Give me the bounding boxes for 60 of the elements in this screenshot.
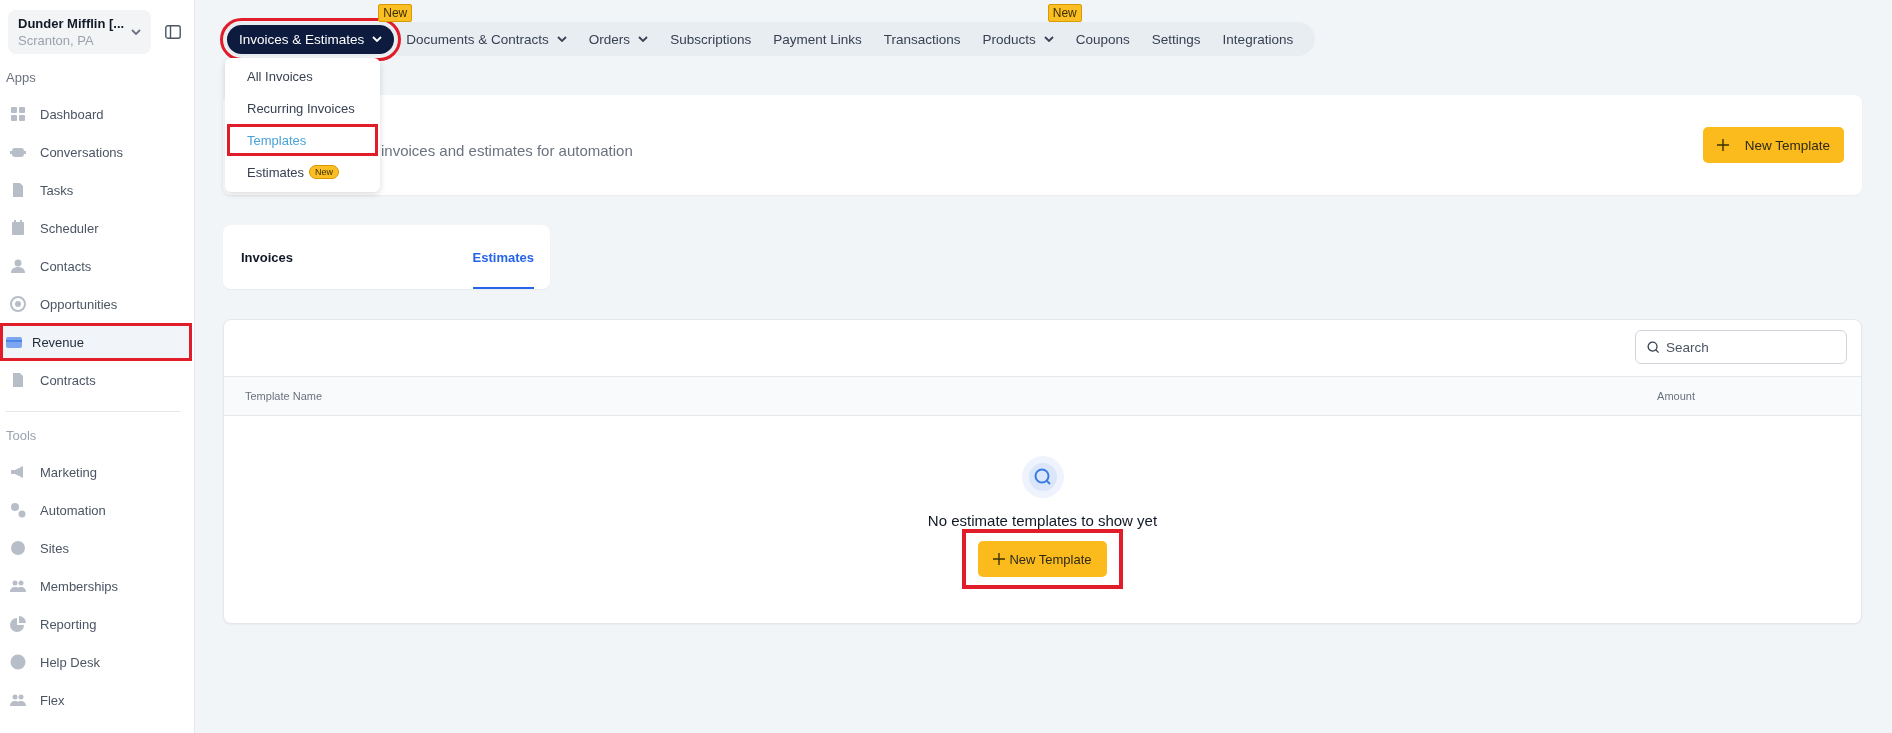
nav-tab[interactable]: Settings xyxy=(1141,24,1211,54)
new-badge: New xyxy=(1047,3,1082,22)
megaphone-icon xyxy=(10,464,26,480)
calendar-icon xyxy=(10,220,26,236)
menu-item[interactable]: All Invoices xyxy=(225,60,380,92)
people-icon xyxy=(10,692,26,708)
sidebar-item[interactable]: Scheduler xyxy=(0,209,192,247)
nav-tab[interactable]: Coupons xyxy=(1065,24,1140,54)
grid-icon xyxy=(10,106,26,122)
empty-state-message: No estimate templates to show yet xyxy=(927,512,1158,529)
sidebar-item[interactable]: Revenue xyxy=(0,323,192,361)
new-template-button[interactable]: New Template xyxy=(978,541,1107,577)
document-icon xyxy=(10,182,26,198)
nav-tab[interactable]: Payment Links xyxy=(763,24,872,54)
search-icon xyxy=(1021,456,1064,498)
people-icon xyxy=(10,578,26,594)
sidebar-item[interactable]: Help Desk xyxy=(0,643,192,681)
sidebar-item[interactable]: Contacts xyxy=(0,247,192,285)
tab[interactable]: Invoices xyxy=(241,225,294,289)
document-icon xyxy=(10,372,26,388)
menu-item[interactable]: Estimates New xyxy=(225,156,380,188)
menu-item[interactable]: Recurring Invoices xyxy=(225,92,380,124)
person-icon xyxy=(10,258,26,274)
nav-tab[interactable]: Transactions xyxy=(873,24,971,54)
section-title: Apps xyxy=(5,69,37,87)
account-location: Scranton, PA xyxy=(18,33,95,48)
new-template-button[interactable]: New Template xyxy=(1702,127,1844,163)
nav-tab[interactable]: Subscriptions xyxy=(660,24,762,54)
sidebar-item[interactable]: Contracts xyxy=(0,361,192,399)
sidebar-item[interactable]: Tasks xyxy=(0,171,192,209)
sidebar-item[interactable]: Memberships xyxy=(0,567,192,605)
credit-card-icon xyxy=(6,334,22,350)
pie-chart-icon xyxy=(10,616,26,632)
new-badge: New xyxy=(309,165,340,179)
sidebar-item[interactable]: Dashboard xyxy=(0,95,192,133)
column-header: Template Name xyxy=(245,390,323,402)
plus-icon xyxy=(1716,139,1729,151)
sidebar-item[interactable]: Flex xyxy=(0,681,192,719)
nav-tab[interactable]: Documents & Contracts xyxy=(396,24,577,54)
sidebar-item[interactable]: Reporting xyxy=(0,605,192,643)
target-icon xyxy=(10,296,26,312)
sidebar-item[interactable]: Automation xyxy=(0,491,192,529)
account-name: Dunder Mifflin [... xyxy=(18,16,125,31)
nav-tab[interactable]: Orders xyxy=(578,24,659,54)
tab[interactable]: Estimates xyxy=(472,225,534,289)
column-header: Amount xyxy=(1657,390,1695,402)
sidebar-item[interactable]: Conversations xyxy=(0,133,192,171)
sidebar-item[interactable]: Marketing xyxy=(0,453,192,491)
chevron-down-icon xyxy=(131,29,141,35)
sidebar-item[interactable]: Opportunities xyxy=(0,285,192,323)
sidebar-item[interactable]: Sites xyxy=(0,529,192,567)
nav-tab[interactable]: Products xyxy=(972,24,1064,54)
section-title: Tools xyxy=(5,427,38,445)
account-switcher[interactable]: Dunder Mifflin [... Scranton, PA xyxy=(8,10,151,54)
plus-icon xyxy=(993,553,1006,565)
nav-tab[interactable]: Integrations xyxy=(1212,24,1304,54)
search-field[interactable]: Search xyxy=(1635,330,1847,364)
page-description: invoices and estimates for automation xyxy=(381,141,633,159)
new-badge: New xyxy=(378,3,413,22)
sidebar-toggle-icon[interactable] xyxy=(165,25,181,39)
